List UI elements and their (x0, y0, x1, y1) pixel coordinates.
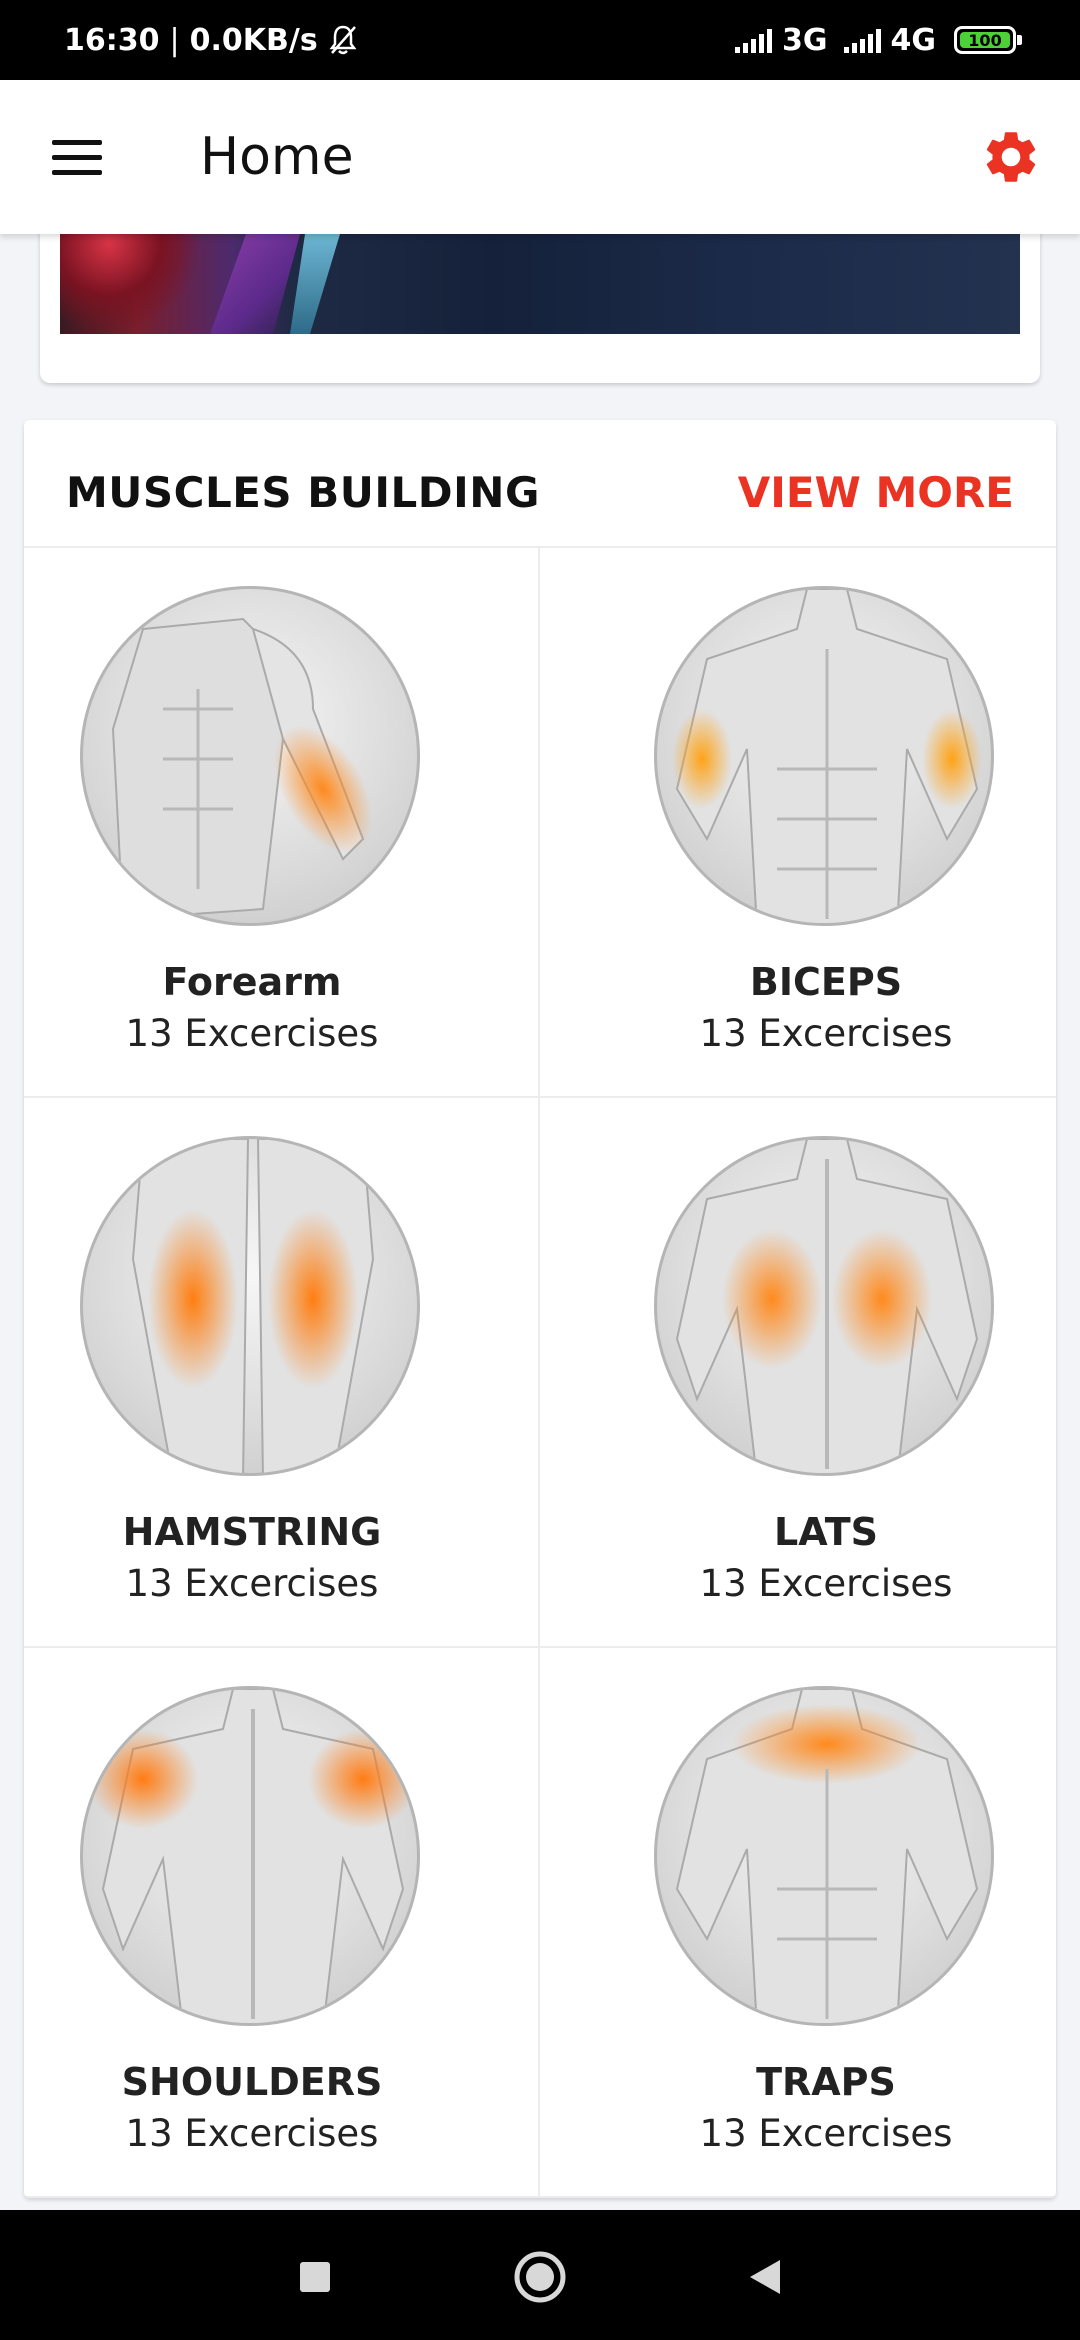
exercise-count: 13 Excercises (125, 2112, 379, 2155)
muscle-name: BICEPS (749, 960, 903, 1004)
navigation-bar (0, 2210, 1080, 2340)
muscle-item-hamstring[interactable]: HAMSTRING 13 Excercises (24, 1098, 540, 1648)
network-label-2: 4G (890, 22, 937, 58)
status-separator: | (169, 22, 180, 58)
bell-muted-icon (328, 24, 358, 56)
muscle-item-biceps[interactable]: BICEPS 13 Excercises (540, 548, 1056, 1098)
triangle-back-icon[interactable] (730, 2242, 800, 2312)
muscle-name: Forearm (162, 960, 342, 1004)
exercise-count: 13 Excercises (125, 1562, 379, 1605)
status-time: 16:30 (64, 22, 160, 58)
muscle-item-forearm[interactable]: Forearm 13 Excercises (24, 548, 540, 1098)
circle-home-icon[interactable] (505, 2242, 575, 2312)
muscle-name: TRAPS (756, 2060, 896, 2104)
forearm-muscle-image (80, 586, 420, 926)
exercise-count: 13 Excercises (125, 1012, 379, 1055)
hamburger-icon[interactable] (52, 140, 102, 175)
muscle-item-shoulders[interactable]: SHOULDERS 13 Excercises (24, 1648, 540, 2198)
muscles-building-card: MUSCLES BUILDING VIEW MORE Forearm 13 Ex… (24, 420, 1056, 2198)
gear-icon[interactable] (980, 126, 1042, 188)
shoulders-muscle-image (80, 1686, 420, 2026)
lats-muscle-image (654, 1136, 994, 1476)
exercise-count: 13 Excercises (699, 1012, 953, 1055)
banner-image (60, 234, 1020, 334)
exercise-count: 13 Excercises (699, 1562, 953, 1605)
section-title: MUSCLES BUILDING (66, 468, 540, 517)
hamstring-muscle-image (80, 1136, 420, 1476)
muscle-name: SHOULDERS (121, 2060, 383, 2104)
battery-level: 100 (960, 31, 1010, 50)
view-more-button[interactable]: VIEW MORE (738, 468, 1014, 517)
exercise-count: 13 Excercises (699, 2112, 953, 2155)
signal-icon (735, 27, 772, 53)
muscle-item-lats[interactable]: LATS 13 Excercises (540, 1098, 1056, 1648)
signal-icon (843, 27, 881, 53)
muscle-name: LATS (774, 1510, 878, 1554)
battery-icon: 100 (954, 26, 1022, 54)
traps-muscle-image (654, 1686, 994, 2026)
page-title: Home (200, 127, 354, 187)
card-header: MUSCLES BUILDING VIEW MORE (24, 420, 1056, 548)
status-bar: 16:30 | 0.0KB/s 3G 4G 100 (0, 0, 1080, 80)
status-right: 3G 4G 100 (735, 22, 1022, 58)
app-bar: Home (0, 80, 1080, 234)
muscle-name: HAMSTRING (122, 1510, 382, 1554)
network-label-1: 3G (782, 22, 828, 58)
biceps-muscle-image (654, 586, 994, 926)
status-left: 16:30 | 0.0KB/s (64, 23, 358, 58)
square-icon[interactable] (280, 2242, 350, 2312)
status-speed: 0.0KB/s (189, 22, 318, 58)
muscle-item-traps[interactable]: TRAPS 13 Excercises (540, 1648, 1056, 2198)
